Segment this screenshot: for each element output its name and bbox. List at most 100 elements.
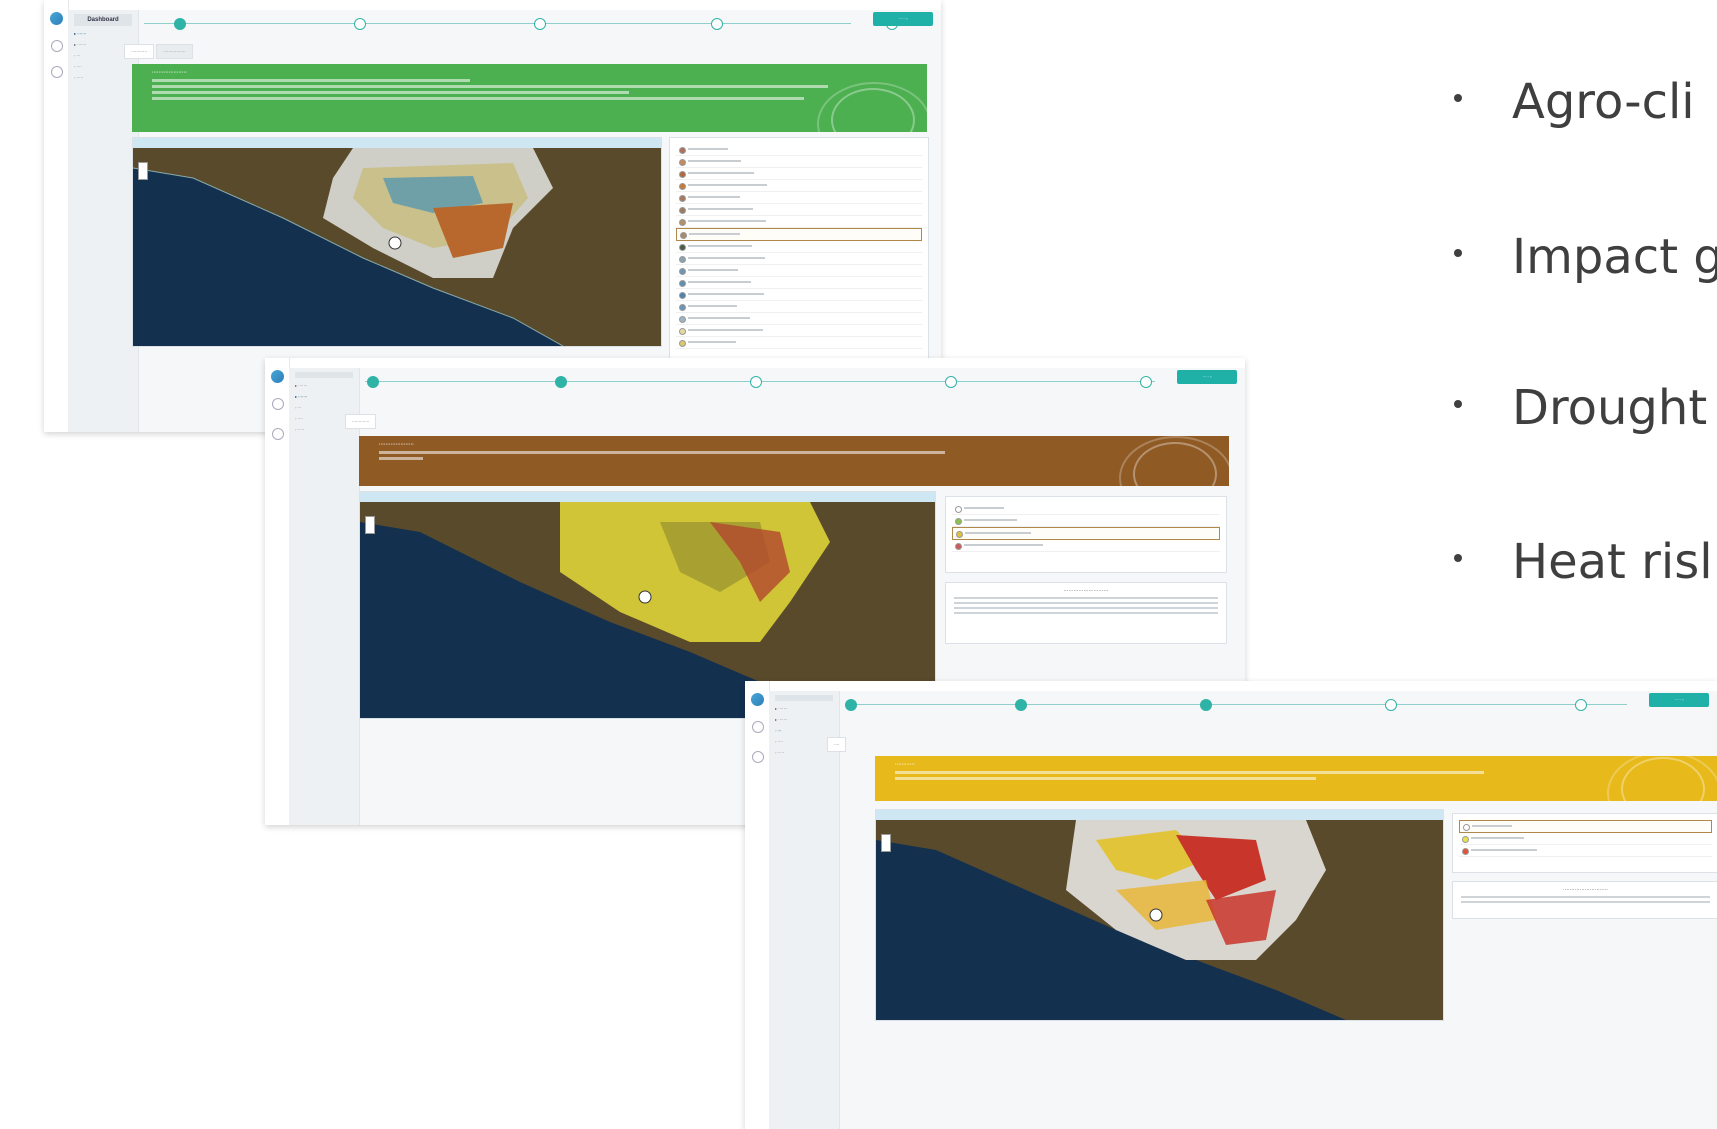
legend-item[interactable] <box>676 204 922 216</box>
top-bar <box>745 681 1717 691</box>
sidebar-item[interactable]: ▸ ······· <box>74 31 132 37</box>
legend-list <box>946 503 1226 552</box>
stepper-line <box>144 23 851 24</box>
step-3[interactable] <box>534 18 546 30</box>
legend-label <box>688 257 765 259</box>
legend-swatch <box>955 543 962 550</box>
sidebar-item[interactable]: ◦ ···· <box>74 64 132 70</box>
legend-swatch <box>1463 824 1470 831</box>
sidebar-item[interactable]: ▸ ······· <box>775 706 833 712</box>
step-1[interactable] <box>174 18 186 30</box>
description-line <box>954 607 1218 609</box>
step-5[interactable] <box>1140 376 1152 388</box>
legend-item[interactable] <box>952 527 1220 540</box>
legend-item[interactable] <box>676 277 922 289</box>
legend-item[interactable] <box>1459 845 1712 857</box>
legend-swatch <box>679 244 686 251</box>
legend-label <box>964 544 1043 546</box>
step-1[interactable] <box>845 699 857 711</box>
legend-item[interactable] <box>676 301 922 313</box>
legend-swatch <box>679 171 686 178</box>
zoom-control[interactable] <box>365 516 375 534</box>
step-2[interactable] <box>555 376 567 388</box>
app-screenshot-heat-risk: ▸ ······· ▸ ······· ◦ ··· ◦ ···· ◦ ·····… <box>745 681 1717 1129</box>
compass-icon[interactable] <box>51 40 63 52</box>
legend-swatch <box>956 531 963 538</box>
tab-1[interactable]: ···· <box>827 737 847 752</box>
app-logo-icon <box>271 370 284 383</box>
bullet-text: Agro-cli <box>1512 74 1695 130</box>
legend-swatch <box>679 256 686 263</box>
top-bar <box>265 358 1245 368</box>
legend-item[interactable] <box>676 313 922 325</box>
sidebar-item[interactable]: ▸ ······· <box>295 383 353 389</box>
step-3[interactable] <box>1200 699 1212 711</box>
zoom-control[interactable] <box>881 834 891 852</box>
icon-rail <box>44 0 69 432</box>
tab-1[interactable]: ············ <box>124 44 154 59</box>
sidebar-item[interactable]: ◦ ····· <box>775 750 833 756</box>
description-line <box>1461 896 1710 898</box>
step-3[interactable] <box>750 376 762 388</box>
next-button[interactable]: ····· › <box>1649 693 1709 707</box>
legend-label <box>688 269 738 271</box>
sidebar-item[interactable]: ▸ ······· <box>775 717 833 723</box>
sidebar-item[interactable]: ▸ ······· <box>295 394 353 400</box>
step-2[interactable] <box>354 18 366 30</box>
legend-item[interactable] <box>676 337 922 349</box>
legend-swatch <box>679 219 686 226</box>
legend-item[interactable] <box>676 241 922 253</box>
legend-item[interactable] <box>676 168 922 180</box>
zoom-control[interactable] <box>138 162 148 180</box>
tab-2[interactable]: ················· <box>155 44 193 59</box>
settings-icon[interactable] <box>272 428 284 440</box>
stepper-line <box>845 704 1627 705</box>
legend-item[interactable] <box>676 180 922 192</box>
satellite-map[interactable] <box>133 148 661 346</box>
settings-icon[interactable] <box>752 751 764 763</box>
sidebar-item[interactable]: ◦ ····· <box>74 75 132 81</box>
legend-item[interactable] <box>676 156 922 168</box>
sidebar-item[interactable]: ◦ ··· <box>775 728 833 734</box>
legend-list <box>1453 820 1717 857</box>
info-banner: ····················· <box>359 436 1229 486</box>
legend-item[interactable] <box>1459 833 1712 845</box>
legend-item[interactable] <box>676 144 922 156</box>
bullet-text: Heat risl <box>1512 534 1713 590</box>
legend-swatch <box>679 316 686 323</box>
step-2[interactable] <box>1015 699 1027 711</box>
legend-swatch <box>679 207 686 214</box>
next-button[interactable]: ····· › <box>873 12 933 26</box>
legend-item[interactable] <box>676 192 922 204</box>
legend-item[interactable] <box>1459 820 1712 833</box>
map-title <box>133 138 661 148</box>
legend-item[interactable] <box>676 289 922 301</box>
legend-item[interactable] <box>676 265 922 277</box>
legend-swatch <box>680 232 687 239</box>
legend-item[interactable] <box>952 540 1220 552</box>
compass-icon[interactable] <box>272 398 284 410</box>
legend-item[interactable] <box>676 253 922 265</box>
legend-label <box>688 220 766 222</box>
tab-1[interactable]: ············· <box>345 414 377 429</box>
legend-label <box>689 233 740 235</box>
step-4[interactable] <box>711 18 723 30</box>
legend-item[interactable] <box>676 216 922 228</box>
step-4[interactable] <box>1385 699 1397 711</box>
step-4[interactable] <box>945 376 957 388</box>
step-5[interactable] <box>1575 699 1587 711</box>
legend-item[interactable] <box>676 325 922 337</box>
settings-icon[interactable] <box>51 66 63 78</box>
legend-item[interactable] <box>952 503 1220 515</box>
sidebar-item[interactable]: ◦ ···· <box>775 739 833 745</box>
next-button[interactable]: ····· › <box>1177 370 1237 384</box>
legend-item[interactable] <box>952 515 1220 527</box>
bullet-dot <box>1454 400 1462 408</box>
satellite-map[interactable] <box>876 820 1443 1020</box>
sidebar: ▸ ······· ▸ ······· ◦ ··· ◦ ···· ◦ ····· <box>769 691 840 1129</box>
compass-icon[interactable] <box>752 721 764 733</box>
progress-stepper <box>845 693 1627 713</box>
step-1[interactable] <box>367 376 379 388</box>
legend-label <box>688 245 752 247</box>
legend-item[interactable] <box>676 228 922 241</box>
